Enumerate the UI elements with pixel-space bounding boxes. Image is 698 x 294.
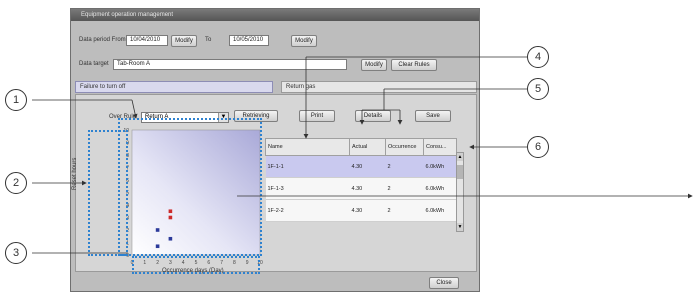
cell-actual: 4.30 xyxy=(349,155,386,178)
cell-occurrence: 2 xyxy=(385,155,424,178)
scroll-thumb[interactable] xyxy=(457,165,463,179)
callout-6: 6 xyxy=(527,136,549,158)
cell-consumption: 6.0kWh xyxy=(423,155,457,178)
save-button[interactable]: Save xyxy=(415,110,451,122)
scroll-down-icon[interactable]: ▼ xyxy=(457,223,463,231)
col-name[interactable]: Name xyxy=(265,138,350,156)
period-from-field[interactable]: 10/04/2010 xyxy=(126,35,168,46)
modify-period-to-button[interactable]: Modify xyxy=(291,35,317,47)
cell-name: 1F-2-2 xyxy=(265,199,350,222)
grid-vertical-scrollbar[interactable]: ▲ ▼ xyxy=(456,152,464,232)
cell-name: 1F-1-1 xyxy=(265,155,350,178)
period-from-label: Data period From xyxy=(79,37,126,43)
cell-consumption: 6.0kWh xyxy=(423,199,457,222)
window-title: Equipment operation management xyxy=(71,9,479,21)
col-actual[interactable]: Actual xyxy=(349,138,386,156)
col-consumption[interactable]: Consu... xyxy=(423,138,457,156)
cell-name: 1F-1-3 xyxy=(265,177,350,200)
cell-occurrence: 2 xyxy=(385,199,424,222)
callout-1: 1 xyxy=(5,89,27,111)
table-row[interactable]: 1F-1-3 4.30 2 6.0kWh xyxy=(265,177,457,200)
cell-actual: 4.30 xyxy=(349,177,386,200)
close-button[interactable]: Close xyxy=(429,277,459,289)
cell-consumption: 6.0kWh xyxy=(423,177,457,200)
results-table: Name Actual Occurrence Consu... 1F-1-1 4… xyxy=(265,138,457,222)
data-target-field[interactable]: Tab-Room A xyxy=(113,59,347,70)
col-occurrence[interactable]: Occurrence xyxy=(385,138,424,156)
results-grid: Name Actual Occurrence Consu... 1F-1-1 4… xyxy=(265,138,465,222)
cell-occurrence: 2 xyxy=(385,177,424,200)
to-label: To xyxy=(205,37,212,43)
callout-4: 4 xyxy=(527,46,549,68)
tab-failure-to-turn-off[interactable]: Failure to turn off xyxy=(75,81,273,93)
details-button[interactable]: Details xyxy=(355,110,391,122)
x-axis-highlight xyxy=(132,256,260,274)
modify-target-button[interactable]: Modify xyxy=(361,59,387,71)
callout-3: 3 xyxy=(5,242,27,264)
grid-header-row: Name Actual Occurrence Consu... xyxy=(265,138,457,156)
table-row[interactable]: 1F-1-1 4.30 2 6.0kWh xyxy=(265,155,457,178)
print-button[interactable]: Print xyxy=(299,110,335,122)
period-to-field[interactable]: 10/05/2010 xyxy=(229,35,269,46)
clear-rules-button[interactable]: Clear Rules xyxy=(391,59,437,71)
callout-5: 5 xyxy=(527,78,549,100)
table-row[interactable]: 1F-2-2 4.30 2 6.0kWh xyxy=(265,199,457,222)
callout-2: 2 xyxy=(5,172,27,194)
cell-actual: 4.30 xyxy=(349,199,386,222)
data-target-label: Data target xyxy=(79,61,109,67)
tab-return-gas[interactable]: Return gas xyxy=(281,81,477,93)
scroll-up-icon[interactable]: ▲ xyxy=(457,153,463,161)
modify-period-from-button[interactable]: Modify xyxy=(171,35,197,47)
plot-highlight xyxy=(118,118,262,256)
